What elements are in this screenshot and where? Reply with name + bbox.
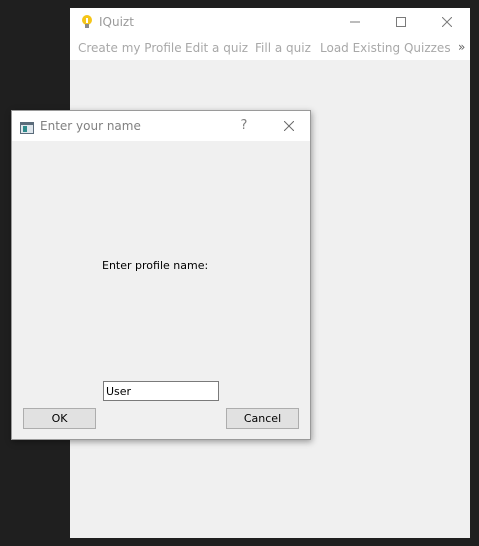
minimize-icon — [350, 21, 360, 23]
menu-overflow-icon[interactable]: » — [458, 40, 465, 54]
app-title: IQuizt — [99, 15, 134, 29]
dialog-title: Enter your name — [40, 119, 141, 133]
lightbulb-icon — [79, 14, 95, 30]
maximize-icon — [396, 17, 406, 27]
window-icon — [20, 119, 34, 134]
menubar: Create my Profile Edit a quiz Fill a qui… — [70, 38, 470, 60]
menu-edit-a-quiz[interactable]: Edit a quiz — [185, 41, 248, 55]
close-icon — [442, 17, 452, 27]
close-icon — [284, 121, 294, 131]
dialog-titlebar: Enter your name ? — [12, 111, 310, 141]
menu-fill-a-quiz[interactable]: Fill a quiz — [255, 41, 311, 55]
main-titlebar: IQuizt — [70, 8, 470, 38]
ok-button[interactable]: OK — [23, 408, 96, 429]
profile-name-label: Enter profile name: — [102, 259, 209, 272]
maximize-button[interactable] — [378, 8, 424, 38]
desktop: IQuizt Create my Profile Edit a quiz Fil… — [0, 0, 479, 546]
profile-name-input[interactable] — [103, 381, 219, 401]
menu-create-my-profile[interactable]: Create my Profile — [78, 41, 182, 55]
help-button[interactable]: ? — [234, 115, 254, 137]
menu-load-existing-quizzes[interactable]: Load Existing Quizzes — [320, 41, 451, 55]
minimize-button[interactable] — [332, 8, 378, 38]
close-button[interactable] — [424, 8, 470, 38]
cancel-button[interactable]: Cancel — [226, 408, 299, 429]
enter-name-dialog: Enter your name ? Enter profile name: OK… — [11, 110, 311, 440]
dialog-close-button[interactable] — [274, 115, 304, 137]
